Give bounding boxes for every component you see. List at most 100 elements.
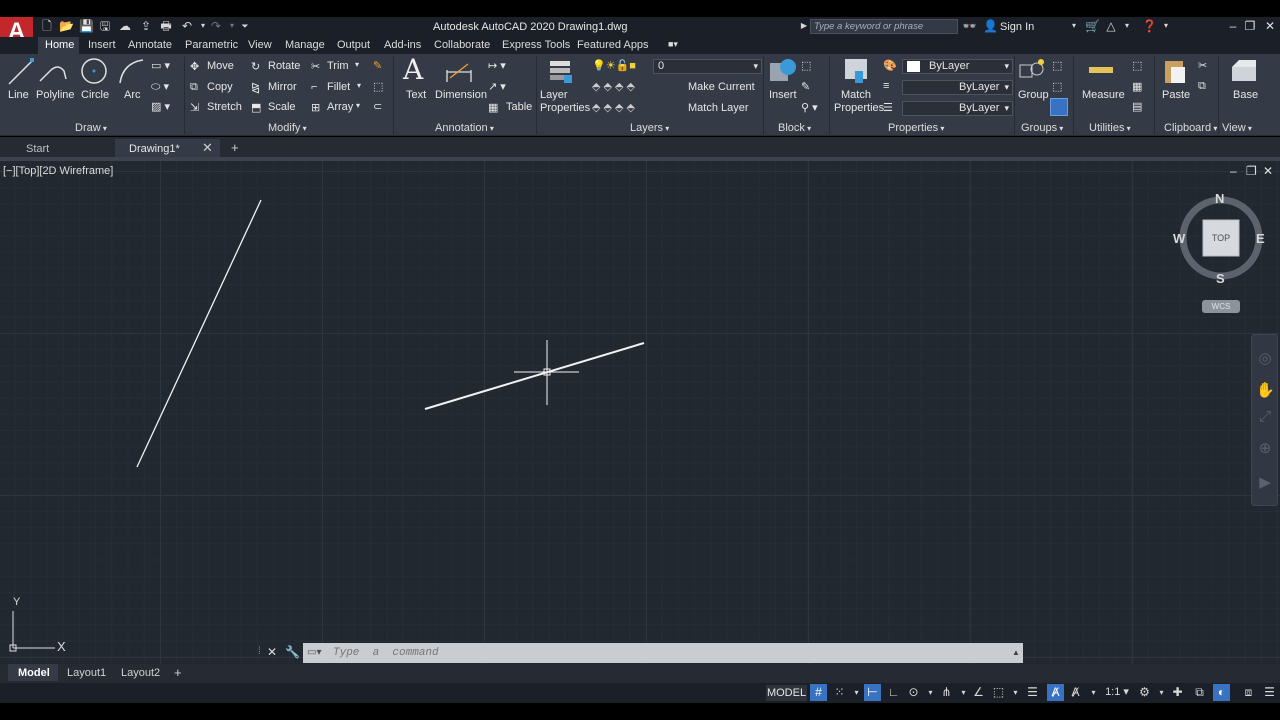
- line-button[interactable]: Line: [8, 89, 29, 102]
- circle-button[interactable]: Circle: [81, 89, 109, 102]
- scale-button[interactable]: Scale: [268, 101, 296, 113]
- viewcube-top-face[interactable]: TOP: [1203, 220, 1239, 256]
- measure-button[interactable]: Measure: [1082, 89, 1125, 102]
- copy-button[interactable]: Copy: [207, 81, 233, 93]
- edit-block-icon[interactable]: ✎: [801, 80, 810, 93]
- showmotion-icon[interactable]: ▶: [1256, 474, 1274, 492]
- match-properties-label-1[interactable]: Match: [834, 89, 878, 102]
- search-input[interactable]: Type a keyword or phrase: [810, 19, 958, 34]
- layout-tab-model[interactable]: Model: [18, 667, 50, 679]
- binoculars-icon[interactable]: 👓: [962, 19, 977, 33]
- save-as-icon[interactable]: 🖫: [98, 19, 112, 33]
- tab-parametric[interactable]: Parametric: [185, 39, 238, 51]
- save-to-web-icon[interactable]: ⇪: [139, 19, 153, 33]
- tab-collaborate[interactable]: Collaborate: [434, 39, 490, 51]
- groups-panel-title[interactable]: Groups: [1021, 122, 1063, 134]
- viewport-controls-label[interactable]: [−][Top][2D Wireframe]: [3, 165, 113, 177]
- lineweight-dropdown[interactable]: ByLayer: [902, 80, 1013, 95]
- offset-icon[interactable]: ⊂: [373, 100, 382, 113]
- array-button[interactable]: Array: [327, 101, 353, 113]
- annotation-panel-title[interactable]: Annotation: [435, 122, 494, 134]
- group-icon[interactable]: [1017, 57, 1047, 87]
- command-close-icon[interactable]: ✕: [267, 645, 277, 659]
- polyline-tool-icon[interactable]: [38, 57, 68, 87]
- cut-icon[interactable]: ✂: [1198, 59, 1207, 72]
- layer-tools-row2-icon[interactable]: ⬘ ⬘ ⬘ ⬘: [592, 101, 635, 114]
- copy-clip-icon[interactable]: ⧉: [1198, 80, 1206, 93]
- line-tool-icon[interactable]: [6, 57, 36, 87]
- tab-output[interactable]: Output: [337, 39, 370, 51]
- close-tab-icon[interactable]: ✕: [202, 140, 213, 156]
- make-current-button[interactable]: Make Current: [688, 81, 755, 93]
- stretch-button[interactable]: Stretch: [207, 101, 242, 113]
- calculator-icon[interactable]: ▦: [1132, 80, 1142, 93]
- clipboard-panel-title[interactable]: Clipboard: [1164, 122, 1217, 134]
- id-point-icon[interactable]: ▤: [1132, 100, 1142, 113]
- properties-panel-title[interactable]: Properties: [888, 122, 944, 134]
- lineweight-display-icon[interactable]: ☰: [1024, 684, 1041, 701]
- command-grip-icon[interactable]: ⁞: [258, 646, 261, 657]
- compass-north-label[interactable]: N: [1215, 191, 1224, 206]
- ellipse-tool-icon[interactable]: ⬭ ▾: [151, 80, 169, 94]
- ortho-mode-icon[interactable]: ∟: [885, 684, 902, 701]
- plot-icon[interactable]: 🖶: [159, 19, 173, 33]
- annotation-scale-dropdown[interactable]: 1:1 ▾: [1104, 684, 1130, 701]
- drawing-geometry[interactable]: [0, 161, 1280, 684]
- multileader-icon[interactable]: ↗ ▾: [488, 80, 506, 93]
- new-tab-icon[interactable]: +: [231, 140, 239, 155]
- layout-tab-layout2[interactable]: Layout2: [121, 667, 160, 679]
- add-layout-icon[interactable]: +: [174, 665, 182, 680]
- sign-in-dropdown-icon[interactable]: ▾: [1067, 19, 1081, 33]
- fillet-button[interactable]: Fillet: [327, 81, 350, 93]
- minimize-window-icon[interactable]: –: [1225, 18, 1241, 34]
- undo-icon[interactable]: ↶: [180, 19, 194, 33]
- paste-icon[interactable]: [1160, 57, 1190, 87]
- file-tab-drawing1[interactable]: Drawing1*: [129, 143, 180, 155]
- annotation-visibility-icon[interactable]: Ⱥ: [1047, 684, 1064, 701]
- snap-dropdown-icon[interactable]: ▾: [848, 684, 865, 701]
- object-snap-icon[interactable]: ⬚: [990, 684, 1007, 701]
- command-input[interactable]: [303, 643, 1023, 663]
- linetype-dropdown[interactable]: ByLayer: [902, 101, 1013, 116]
- model-space-toggle[interactable]: MODEL: [766, 685, 807, 701]
- clean-screen-icon[interactable]: ⧈: [1240, 684, 1257, 701]
- array-dropdown-icon[interactable]: ▾: [356, 101, 360, 110]
- grid-display-icon[interactable]: #: [810, 684, 827, 701]
- view-panel-title[interactable]: View: [1222, 122, 1252, 134]
- polar-dropdown-icon[interactable]: ▾: [922, 684, 939, 701]
- quick-select-icon[interactable]: ⬚: [1132, 59, 1142, 72]
- tab-express-tools[interactable]: Express Tools: [502, 39, 570, 51]
- tab-view[interactable]: View: [248, 39, 272, 51]
- rotate-button[interactable]: Rotate: [268, 60, 300, 72]
- auto-scale-dropdown-icon[interactable]: ▾: [1085, 684, 1102, 701]
- insert-button[interactable]: Insert: [769, 89, 797, 102]
- polyline-button[interactable]: Polyline: [36, 89, 75, 102]
- erase-icon[interactable]: ✎: [373, 59, 382, 72]
- command-customize-icon[interactable]: 🔧: [285, 645, 300, 659]
- tab-annotate[interactable]: Annotate: [128, 39, 172, 51]
- rectangle-tool-icon[interactable]: ▭ ▾: [151, 59, 170, 72]
- group-selection-toggle-icon[interactable]: [1050, 98, 1068, 116]
- steering-wheel-icon[interactable]: ◎: [1256, 350, 1274, 368]
- group-button[interactable]: Group: [1018, 89, 1049, 102]
- fillet-dropdown-icon[interactable]: ▾: [357, 81, 361, 90]
- modify-panel-title[interactable]: Modify: [268, 122, 307, 134]
- orbit-icon[interactable]: ⊕: [1256, 440, 1274, 458]
- save-icon[interactable]: 💾: [79, 19, 94, 33]
- zoom-extents-icon[interactable]: ⤢: [1256, 408, 1274, 426]
- user-icon[interactable]: 👤: [983, 19, 998, 33]
- explode-icon[interactable]: ⬚: [373, 80, 383, 93]
- snap-mode-icon[interactable]: ⁙: [831, 684, 848, 701]
- compass-west-label[interactable]: W: [1173, 231, 1185, 246]
- group-edit-icon[interactable]: ⬚: [1052, 80, 1062, 93]
- help-icon[interactable]: ❓: [1142, 19, 1157, 33]
- file-tab-start[interactable]: Start: [26, 143, 49, 155]
- recent-commands-icon[interactable]: ▭▾: [307, 647, 325, 659]
- dimension-button[interactable]: Dimension: [435, 89, 487, 102]
- viewport-restore-icon[interactable]: ❐: [1246, 164, 1257, 178]
- leader-icon[interactable]: ↦ ▾: [488, 59, 506, 72]
- isometric-drafting-icon[interactable]: ⋔: [938, 684, 955, 701]
- help-dropdown-icon[interactable]: ▾: [1159, 19, 1173, 33]
- base-view-icon[interactable]: [1229, 57, 1259, 87]
- text-tool-icon[interactable]: A: [403, 53, 423, 86]
